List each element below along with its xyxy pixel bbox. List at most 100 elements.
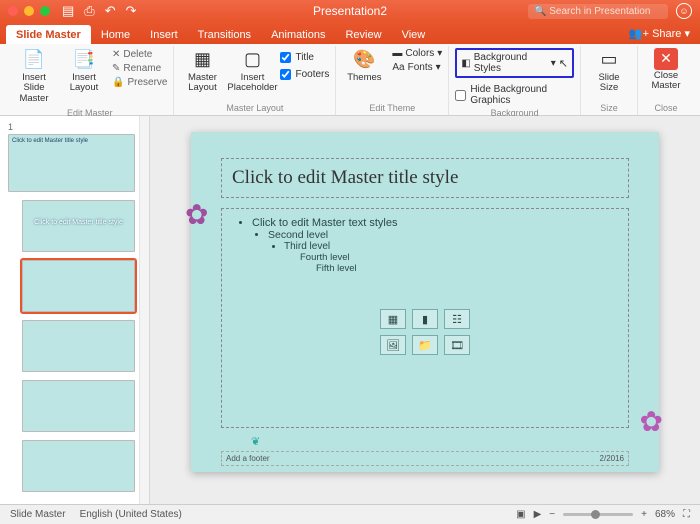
bullet-level-3: Third level: [284, 241, 616, 252]
background-styles-button[interactable]: ◧Background Styles ▾↖: [455, 48, 574, 78]
thumbnail-scrollbar[interactable]: [139, 116, 149, 504]
fonts-icon: Aa: [392, 62, 404, 73]
zoom-value[interactable]: 68%: [655, 509, 675, 520]
close-window-icon[interactable]: [8, 6, 18, 16]
group-size: ▭Slide Size Size: [581, 46, 638, 115]
normal-view-icon[interactable]: ▣: [516, 509, 525, 520]
search-placeholder: Search in Presentation: [549, 6, 650, 17]
fit-to-window-icon[interactable]: ⛶: [683, 509, 690, 520]
table-icon[interactable]: ▦: [380, 309, 406, 329]
thumbnail-pane: 1 Click to edit Master title style Click…: [0, 116, 150, 504]
rename-button[interactable]: ✎Rename: [112, 63, 167, 74]
footer-placeholder[interactable]: Add a footer 2/2016: [221, 451, 629, 466]
preserve-button[interactable]: 🔒Preserve: [112, 77, 167, 88]
smartart-icon[interactable]: ☷: [444, 309, 470, 329]
flower-decoration-icon: ✿: [640, 405, 663, 438]
footers-checkbox[interactable]: Footers: [280, 67, 329, 80]
fonts-button[interactable]: AaFonts ▾: [392, 62, 442, 73]
tab-view[interactable]: View: [392, 25, 436, 44]
footer-date: 2/2016: [600, 454, 624, 463]
quick-access-toolbar: ▤ ⎙ ↶ ↷: [62, 3, 137, 19]
themes-icon: 🎨: [350, 48, 378, 72]
work-area: 1 Click to edit Master title style Click…: [0, 116, 700, 504]
themes-button[interactable]: 🎨Themes: [342, 46, 386, 85]
share-button[interactable]: 👥+ Share ▾: [629, 27, 690, 40]
group-background: ◧Background Styles ▾↖ Hide Background Gr…: [449, 46, 581, 115]
master-layout-button[interactable]: ▦Master Layout: [180, 46, 224, 96]
save-icon[interactable]: ▤: [62, 3, 74, 19]
slide-number: 1: [8, 122, 135, 132]
colors-button[interactable]: ▬Colors ▾: [392, 48, 442, 59]
window-controls: [8, 6, 50, 16]
hide-background-graphics-checkbox[interactable]: Hide Background Graphics: [455, 82, 574, 106]
master-thumbnail[interactable]: Click to edit Master title style: [8, 134, 135, 192]
layout-thumbnail[interactable]: Click to edit Master title style: [22, 200, 135, 252]
slide-size-icon: ▭: [595, 48, 623, 72]
title-checkbox[interactable]: Title: [280, 50, 329, 63]
document-title: Presentation2: [313, 4, 387, 18]
tab-insert[interactable]: Insert: [140, 25, 188, 44]
titlebar: ▤ ⎙ ↶ ↷ Presentation2 🔍 Search in Presen…: [0, 0, 700, 22]
tab-review[interactable]: Review: [335, 25, 391, 44]
chart-icon[interactable]: ▮: [412, 309, 438, 329]
footer-left: Add a footer: [226, 454, 270, 463]
zoom-window-icon[interactable]: [40, 6, 50, 16]
search-input[interactable]: 🔍 Search in Presentation: [528, 4, 668, 19]
cursor-icon: ↖: [559, 57, 568, 70]
group-edit-theme: 🎨Themes ▬Colors ▾ AaFonts ▾ Edit Theme: [336, 46, 449, 115]
feedback-icon[interactable]: ☺: [676, 3, 692, 19]
tab-transitions[interactable]: Transitions: [188, 25, 261, 44]
video-icon[interactable]: 🎞: [444, 335, 470, 355]
group-edit-master: 📄Insert Slide Master 📑Insert Layout ✕Del…: [6, 46, 174, 115]
title-placeholder[interactable]: Click to edit Master title style: [221, 158, 629, 198]
delete-icon: ✕: [112, 49, 120, 60]
redo-icon[interactable]: ↷: [126, 3, 137, 19]
rename-icon: ✎: [112, 63, 120, 74]
ribbon: 📄Insert Slide Master 📑Insert Layout ✕Del…: [0, 44, 700, 116]
background-styles-icon: ◧: [461, 58, 470, 69]
layout-thumbnail-selected[interactable]: [22, 260, 135, 312]
layout-thumbnail[interactable]: [22, 320, 135, 372]
print-icon[interactable]: ⎙: [84, 3, 94, 19]
body-placeholder[interactable]: Click to edit Master text styles Second …: [221, 208, 629, 428]
bullet-level-1: Click to edit Master text styles: [252, 217, 616, 229]
picture-icon[interactable]: 🖼: [380, 335, 406, 355]
zoom-slider[interactable]: [563, 513, 633, 516]
slide-size-button[interactable]: ▭Slide Size: [587, 46, 631, 96]
tab-animations[interactable]: Animations: [261, 25, 335, 44]
bullet-level-2: Second level: [268, 229, 616, 241]
layout-thumbnail[interactable]: [22, 380, 135, 432]
group-label: Size: [600, 101, 618, 115]
ribbon-tabbar: Slide Master Home Insert Transitions Ani…: [0, 22, 700, 44]
status-mode: Slide Master: [10, 509, 66, 520]
close-master-button[interactable]: ✕Close Master: [644, 46, 688, 94]
group-master-layout: ▦Master Layout ▢Insert Placeholder Title…: [174, 46, 336, 115]
bullet-level-5: Fifth level: [316, 263, 616, 274]
insert-layout-icon: 📑: [70, 48, 98, 72]
master-layout-icon: ▦: [188, 48, 216, 72]
group-label: Master Layout: [226, 101, 283, 115]
bullet-level-4: Fourth level: [300, 252, 616, 263]
folder-icon[interactable]: 📁: [412, 335, 438, 355]
delete-button[interactable]: ✕Delete: [112, 49, 167, 60]
tab-home[interactable]: Home: [91, 25, 140, 44]
tab-slide-master[interactable]: Slide Master: [6, 25, 91, 44]
group-close: ✕Close Master Close: [638, 46, 694, 115]
leaf-decoration-icon: ❦: [251, 435, 260, 448]
zoom-out-icon[interactable]: −: [549, 509, 555, 520]
slide[interactable]: Click to edit Master title style Click t…: [191, 132, 659, 472]
status-language[interactable]: English (United States): [80, 509, 182, 520]
minimize-window-icon[interactable]: [24, 6, 34, 16]
insert-slide-master-button[interactable]: 📄Insert Slide Master: [12, 46, 56, 106]
insert-placeholder-icon: ▢: [238, 48, 266, 72]
slideshow-view-icon[interactable]: ▶: [534, 509, 542, 520]
undo-icon[interactable]: ↶: [105, 3, 116, 19]
slide-canvas: Click to edit Master title style Click t…: [150, 116, 700, 504]
content-placeholder-icons: ▦ ▮ ☷ 🖼 📁 🎞: [380, 309, 470, 355]
group-label: Close: [654, 101, 677, 115]
insert-placeholder-button[interactable]: ▢Insert Placeholder: [230, 46, 274, 96]
status-bar: Slide Master English (United States) ▣ ▶…: [0, 504, 700, 524]
layout-thumbnail[interactable]: [22, 440, 135, 492]
insert-layout-button[interactable]: 📑Insert Layout: [62, 46, 106, 96]
zoom-in-icon[interactable]: +: [641, 509, 647, 520]
